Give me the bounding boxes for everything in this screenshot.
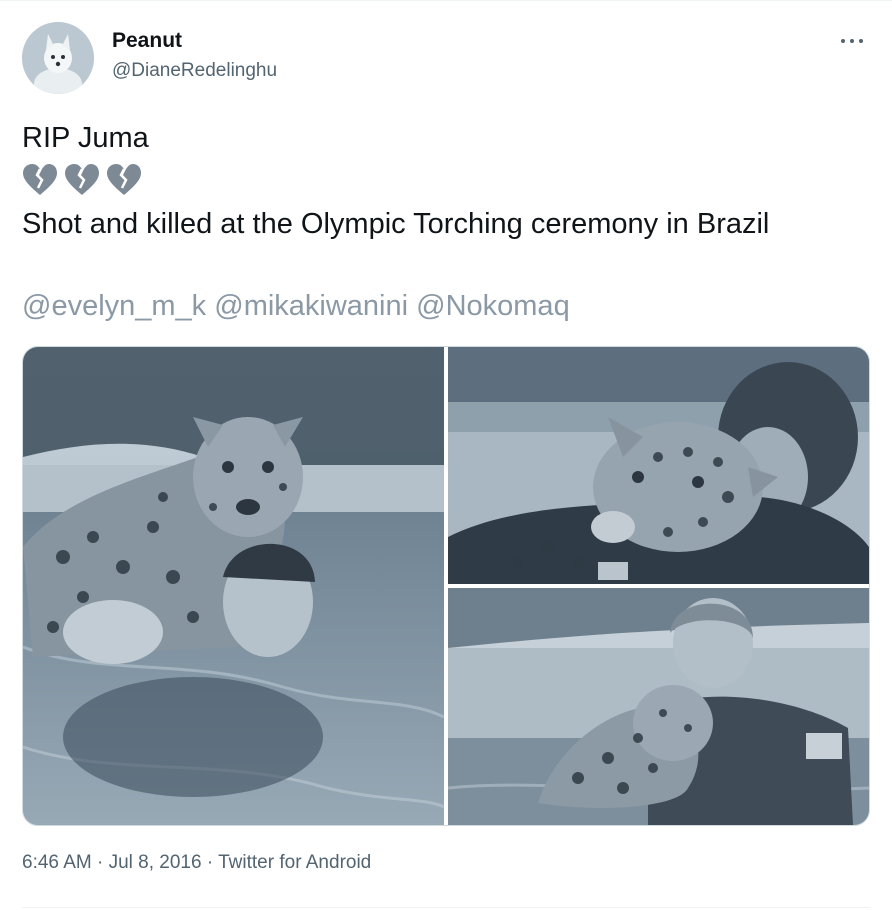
author-name[interactable]: Peanut xyxy=(112,29,182,53)
avatar-dog-image xyxy=(22,22,94,94)
mention-link[interactable]: @mikakiwanini xyxy=(214,290,408,322)
separator-dot: · xyxy=(97,852,104,873)
photo-jaguar-hugging-soldier[interactable] xyxy=(448,347,869,584)
mentions-row: @evelyn_m_k @mikakiwanini @Nokomaq xyxy=(22,288,570,324)
tweet-timestamp[interactable]: 6:46 AM xyxy=(22,852,92,873)
more-options-icon[interactable] xyxy=(838,30,866,50)
broken-heart-icon xyxy=(65,164,99,195)
top-divider xyxy=(0,0,892,1)
mention-link[interactable]: @Nokomaq xyxy=(416,290,570,322)
avatar[interactable] xyxy=(22,22,94,94)
bottom-divider xyxy=(22,907,870,908)
tweet-source[interactable]: Twitter for Android xyxy=(218,852,371,873)
author-handle[interactable]: @DianeRedelinghu xyxy=(112,60,277,82)
broken-heart-icon xyxy=(23,164,57,195)
tweet-text-line2: Shot and killed at the Olympic Torching … xyxy=(22,208,770,240)
broken-heart-icon xyxy=(107,164,141,195)
tweet-text-line1: RIP Juma xyxy=(22,122,149,154)
separator-dot: · xyxy=(206,852,214,873)
photo-jaguar-with-woman-soldier[interactable] xyxy=(448,588,869,825)
photo-jaguar-with-man-in-water[interactable] xyxy=(23,347,444,825)
tweet-meta: 6:46 AM · Jul 8, 2016 · Twitter for Andr… xyxy=(22,850,371,876)
emoji-row xyxy=(22,163,142,197)
mention-link[interactable]: @evelyn_m_k xyxy=(22,290,206,322)
tweet-date[interactable]: Jul 8, 2016 xyxy=(109,852,202,873)
media-grid xyxy=(22,346,870,826)
